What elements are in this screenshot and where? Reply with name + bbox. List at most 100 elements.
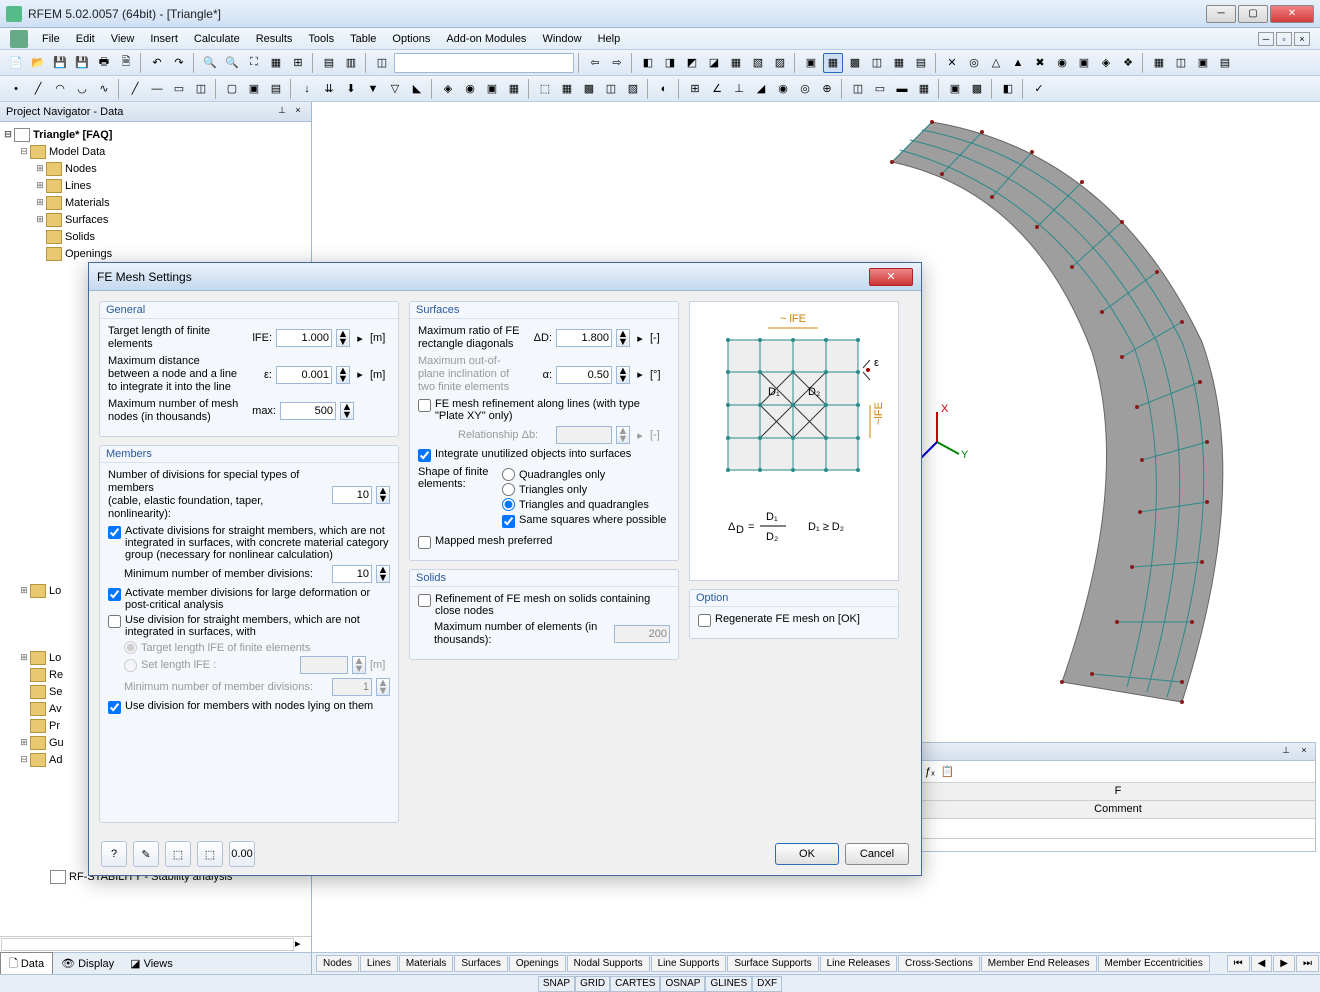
nav-tab-display[interactable]: 👁Display xyxy=(53,955,122,972)
combo-1[interactable] xyxy=(394,53,574,73)
e2-icon[interactable]: ▦ xyxy=(557,79,577,99)
m6-icon[interactable]: ▤ xyxy=(911,53,931,73)
tab-last-icon[interactable]: ⏭ xyxy=(1296,955,1319,972)
tree-gu[interactable]: Gu xyxy=(49,737,64,749)
g7-icon[interactable]: ⊕ xyxy=(817,79,837,99)
tab-cross-sections[interactable]: Cross-Sections xyxy=(898,955,980,972)
spin-maxdist[interactable]: ▲▼ xyxy=(336,366,350,384)
l5-icon[interactable]: ▽ xyxy=(385,79,405,99)
spin-inc[interactable]: ▲▼ xyxy=(616,366,630,384)
zoom-icon[interactable]: 🔍 xyxy=(200,53,220,73)
t1-icon[interactable]: ▤ xyxy=(319,53,339,73)
grid-icon[interactable]: ▦ xyxy=(266,53,286,73)
tree-nodes[interactable]: Nodes xyxy=(65,163,97,175)
menu-tools[interactable]: Tools xyxy=(300,31,342,47)
g2-icon[interactable]: ∠ xyxy=(707,79,727,99)
l4-icon[interactable]: ▼ xyxy=(363,79,383,99)
menu-addon[interactable]: Add-on Modules xyxy=(438,31,534,47)
rp-fx-icon[interactable]: ƒₓ xyxy=(925,766,935,778)
menu-help[interactable]: Help xyxy=(590,31,629,47)
e4-icon[interactable]: ◫ xyxy=(601,79,621,99)
step-maxdist[interactable]: ▸ xyxy=(354,368,366,381)
g1-icon[interactable]: ⊞ xyxy=(685,79,705,99)
p2-icon[interactable]: ╱ xyxy=(28,79,48,99)
tree-lo2[interactable]: Lo xyxy=(49,652,61,664)
menu-insert[interactable]: Insert xyxy=(142,31,186,47)
m2-icon[interactable]: ▦ xyxy=(823,53,843,73)
v6-icon[interactable]: ▧ xyxy=(748,53,768,73)
m3-icon[interactable]: ▩ xyxy=(845,53,865,73)
chk-mapped[interactable] xyxy=(418,536,431,549)
m4-icon[interactable]: ◫ xyxy=(867,53,887,73)
r1-icon[interactable]: ▦ xyxy=(1149,53,1169,73)
menu-view[interactable]: View xyxy=(103,31,143,47)
chk-same-squares[interactable] xyxy=(502,515,515,528)
tree-pr[interactable]: Pr xyxy=(49,720,60,732)
save-icon[interactable]: 💾 xyxy=(50,53,70,73)
tab-line-supports[interactable]: Line Supports xyxy=(651,955,727,972)
tree-model-data[interactable]: Model Data xyxy=(49,146,105,158)
i2-icon[interactable]: ▩ xyxy=(967,79,987,99)
spin-div[interactable]: ▲▼ xyxy=(376,486,390,504)
step-target[interactable]: ▸ xyxy=(354,332,366,345)
chk-use-division[interactable] xyxy=(108,615,121,628)
r2-icon[interactable]: ◫ xyxy=(1171,53,1191,73)
snap-icon[interactable]: ⊞ xyxy=(288,53,308,73)
tree-ad[interactable]: Ad xyxy=(49,754,62,766)
q2-icon[interactable]: — xyxy=(147,79,167,99)
menu-options[interactable]: Options xyxy=(384,31,438,47)
x9-icon[interactable]: ❖ xyxy=(1118,53,1138,73)
tree-root[interactable]: Triangle* [FAQ] xyxy=(33,129,112,141)
tree-se[interactable]: Se xyxy=(49,686,62,698)
precision-button[interactable]: 0.00 xyxy=(229,841,255,867)
tab-member-end-releases[interactable]: Member End Releases xyxy=(981,955,1097,972)
m5-icon[interactable]: ▦ xyxy=(889,53,909,73)
s2-icon[interactable]: ▣ xyxy=(244,79,264,99)
x6-icon[interactable]: ◉ xyxy=(1052,53,1072,73)
nav-close-icon[interactable]: × xyxy=(291,105,305,119)
cancel-button[interactable]: Cancel xyxy=(845,843,909,865)
step-ratio[interactable]: ▸ xyxy=(634,332,646,345)
nav-tab-data[interactable]: 🗋Data xyxy=(0,952,53,976)
rp-clip-icon[interactable]: 📋 xyxy=(941,765,955,778)
tree-surfaces[interactable]: Surfaces xyxy=(65,214,108,226)
g3-icon[interactable]: ⊥ xyxy=(729,79,749,99)
x8-icon[interactable]: ◈ xyxy=(1096,53,1116,73)
rp-close-icon[interactable]: × xyxy=(1297,745,1311,759)
l2-icon[interactable]: ⇊ xyxy=(319,79,339,99)
open-icon[interactable]: 📂 xyxy=(28,53,48,73)
tree-re[interactable]: Re xyxy=(49,669,63,681)
s1-icon[interactable]: ▢ xyxy=(222,79,242,99)
tab-nodes[interactable]: Nodes xyxy=(316,955,359,972)
saveas-icon[interactable]: 💾 xyxy=(72,53,92,73)
x4-icon[interactable]: ▲ xyxy=(1008,53,1028,73)
edit-button[interactable]: ✎ xyxy=(133,841,159,867)
h1-icon[interactable]: ◫ xyxy=(848,79,868,99)
x3-icon[interactable]: △ xyxy=(986,53,1006,73)
input-inclination[interactable] xyxy=(556,366,612,384)
chk-activate-concrete[interactable] xyxy=(108,526,121,539)
nav1-icon[interactable]: ⇦ xyxy=(585,53,605,73)
h3-icon[interactable]: ▬ xyxy=(892,79,912,99)
rad-tri[interactable] xyxy=(502,483,515,496)
ok-button[interactable]: OK xyxy=(775,843,839,865)
v5-icon[interactable]: ▦ xyxy=(726,53,746,73)
chk-refine-solids[interactable] xyxy=(418,594,431,607)
g4-icon[interactable]: ◢ xyxy=(751,79,771,99)
dialog-close-button[interactable]: ✕ xyxy=(869,268,913,286)
r3-icon[interactable]: ▣ xyxy=(1193,53,1213,73)
l3-icon[interactable]: ⬇ xyxy=(341,79,361,99)
close-button[interactable]: ✕ xyxy=(1270,5,1314,23)
v4-icon[interactable]: ◪ xyxy=(704,53,724,73)
spin-target[interactable]: ▲▼ xyxy=(336,329,350,347)
chk-integrate[interactable] xyxy=(418,449,431,462)
units1-button[interactable]: ⬚ xyxy=(165,841,191,867)
tab-line-releases[interactable]: Line Releases xyxy=(820,955,897,972)
spin-maxnodes[interactable]: ▲▼ xyxy=(340,402,354,420)
m1-icon[interactable]: ▣ xyxy=(801,53,821,73)
h4-icon[interactable]: ▦ xyxy=(914,79,934,99)
step-inc[interactable]: ▸ xyxy=(634,368,646,381)
x1-icon[interactable]: ✕ xyxy=(942,53,962,73)
menu-file[interactable]: File xyxy=(34,31,68,47)
c1-icon[interactable]: ◈ xyxy=(438,79,458,99)
